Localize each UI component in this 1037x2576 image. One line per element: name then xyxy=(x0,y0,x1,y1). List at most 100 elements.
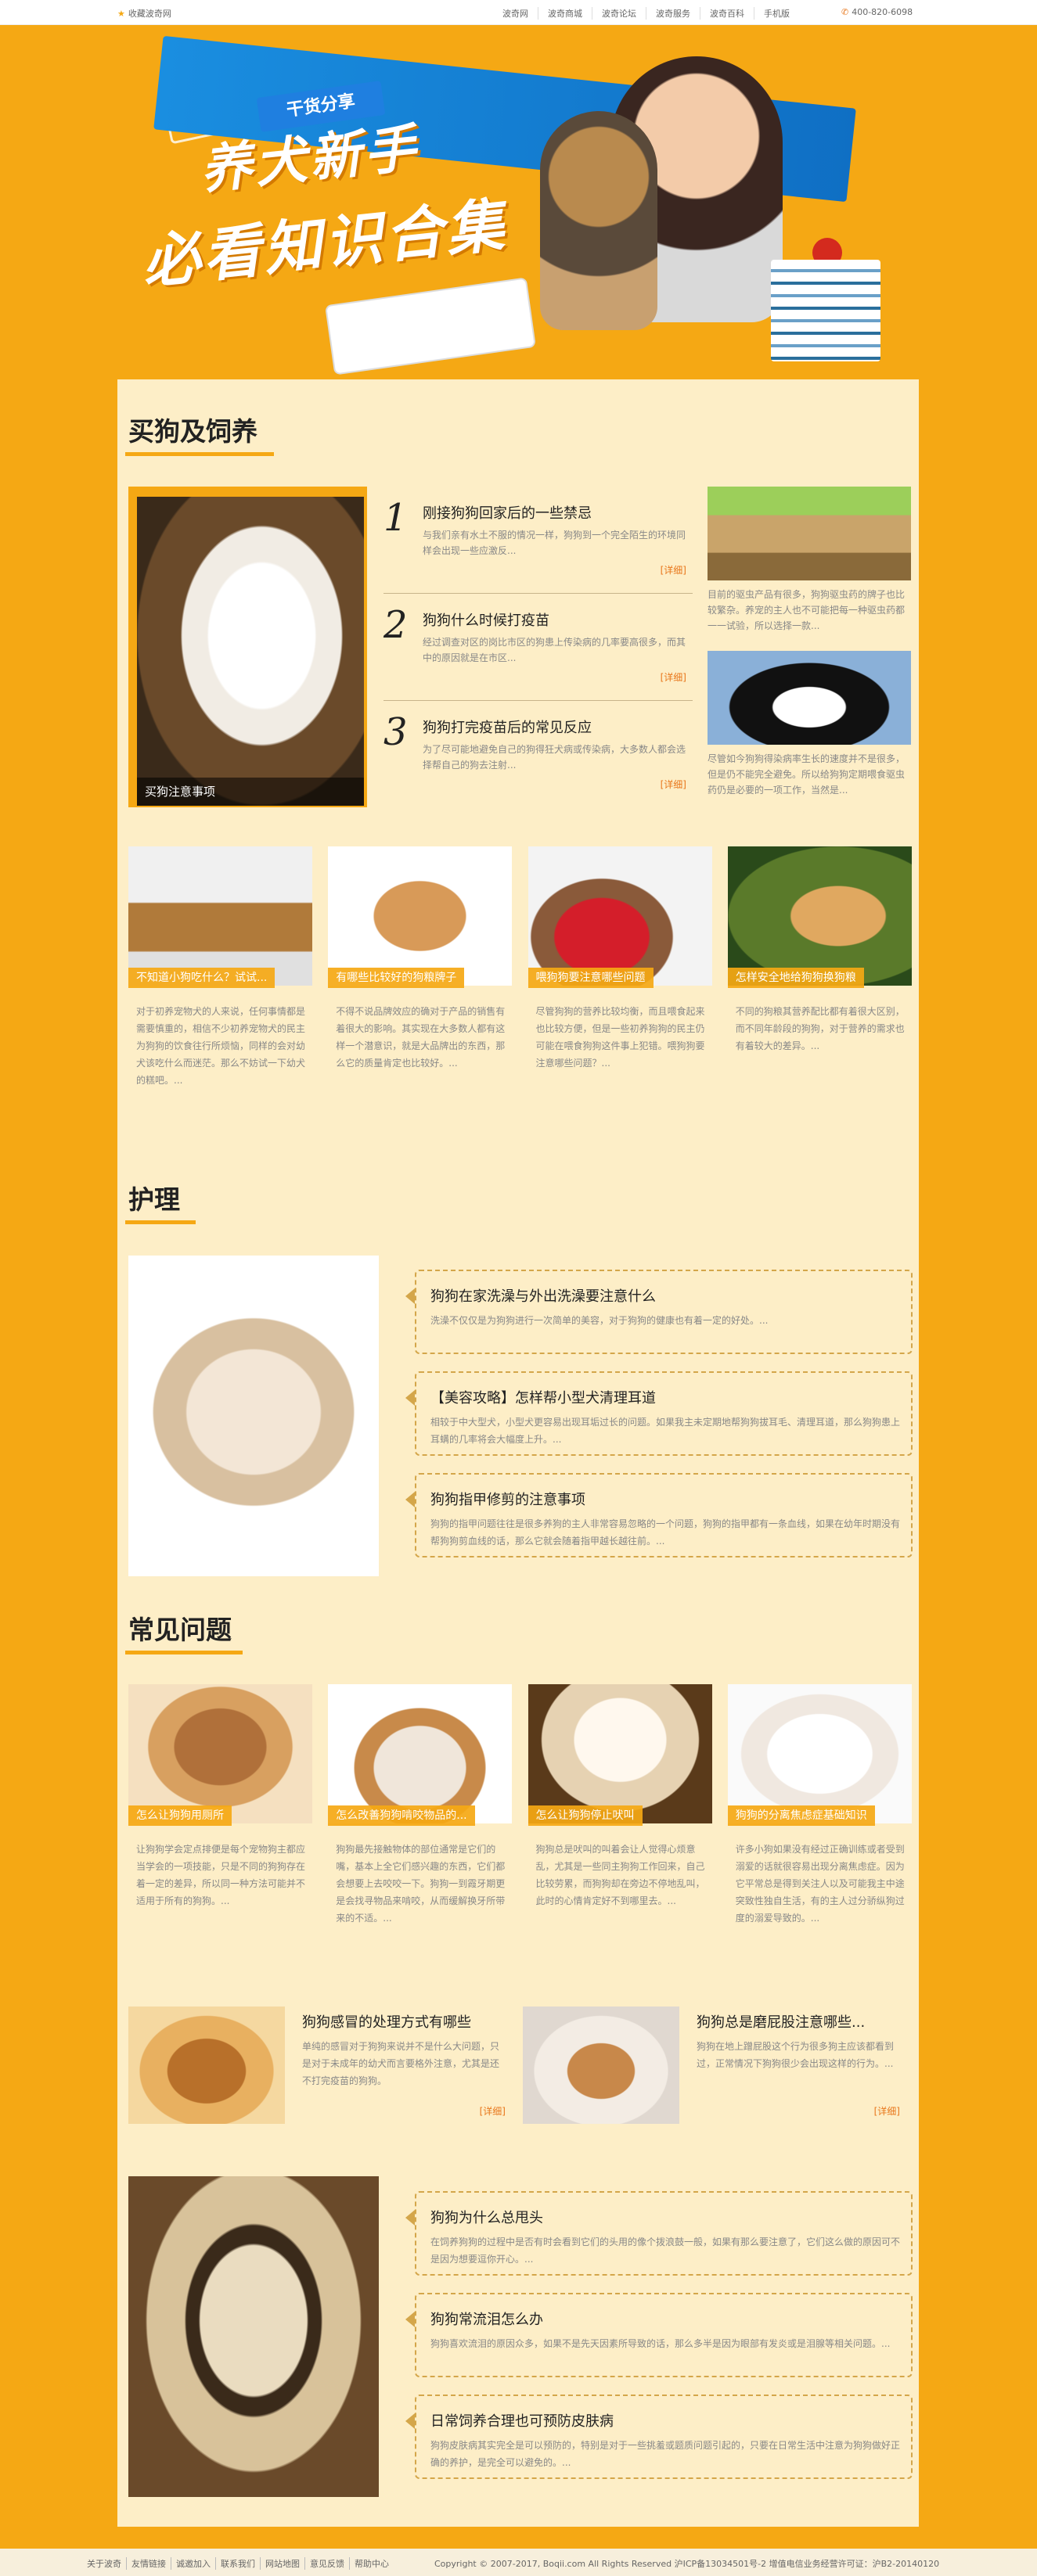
banner-title-line2: 必看知识合集 xyxy=(139,191,510,297)
hero-banner: 干货分享 养犬新手 必看知识合集 xyxy=(0,25,1037,375)
article-title[interactable]: 狗狗常流泪怎么办 xyxy=(430,2308,543,2329)
item-desc: 与我们亲有水土不服的情况一样，狗狗到一个完全陌生的环境同样会出现一些应激反... xyxy=(423,530,686,556)
white-puppies-photo xyxy=(727,1684,912,1823)
list-item[interactable]: 2 狗狗什么时候打疫苗 经过调查对区的岗比市区的狗患上传染病的几率要高很多，而其… xyxy=(383,594,693,701)
card-caption[interactable]: 喂狗狗要注意哪些问题 xyxy=(528,968,654,988)
title-underline xyxy=(125,1651,243,1654)
nav-item-home[interactable]: 波奇网 xyxy=(493,7,538,20)
article-title[interactable]: 狗狗指甲修剪的注意事项 xyxy=(430,1489,585,1509)
pug-photo xyxy=(128,2176,379,2497)
article-card[interactable]: 不知道小狗吃什么？试试... 对于初养宠物犬的人来说，任何事情都是需要慎重的，相… xyxy=(128,846,312,1112)
card-caption[interactable]: 怎么让狗狗用厕所 xyxy=(128,1805,232,1826)
footer-link-help[interactable]: 帮助中心 xyxy=(350,2557,394,2570)
footer-link-join[interactable]: 诚邀加入 xyxy=(171,2557,216,2570)
star-icon: ★ xyxy=(117,9,125,19)
item-number: 2 xyxy=(383,603,408,647)
care-article[interactable]: 【美容攻略】怎样帮小型犬清理耳道 相较于中大型犬，小型犬更容易出现耳垢过长的问题… xyxy=(405,1371,913,1456)
article-title[interactable]: 【美容攻略】怎样帮小型犬清理耳道 xyxy=(430,1387,656,1407)
card-desc: 不同的狗粮其营养配比都有着很大区别，而不同年龄段的狗狗，对于营养的需求也有着较大… xyxy=(735,1006,905,1051)
article-card[interactable]: 怎样安全地给狗狗换狗粮 不同的狗粮其营养配比都有着很大区别，而不同年龄段的狗狗，… xyxy=(727,846,912,1112)
nav-item-mall[interactable]: 波奇商城 xyxy=(538,7,592,20)
item-title[interactable]: 刚接狗狗回家后的一些禁忌 xyxy=(423,502,592,523)
detail-link[interactable]: [详细] xyxy=(874,2104,900,2118)
nav-item-forum[interactable]: 波奇论坛 xyxy=(592,7,646,20)
numbered-article-list: 1 刚接狗狗回家后的一些禁忌 与我们亲有水土不服的情况一样，狗狗到一个完全陌生的… xyxy=(383,487,693,808)
faq-article[interactable]: 狗狗感冒的处理方式有哪些 单纯的感冒对于狗狗来说并不是什么大问题，只是对于未成年… xyxy=(128,2007,512,2132)
footer-link-sitemap[interactable]: 网站地图 xyxy=(261,2557,305,2570)
faq-article-list: 狗狗为什么总甩头 在饲养狗狗的过程中是否有时会看到它们的头用的像个拨浪鼓一般，如… xyxy=(405,2191,913,2496)
title-underline xyxy=(125,1220,196,1224)
card-caption[interactable]: 狗狗的分离焦虑症基础知识 xyxy=(727,1805,875,1826)
section-title-care: 护理 xyxy=(125,1179,196,1224)
article-title[interactable]: 狗狗总是磨屁股注意哪些... xyxy=(697,2011,865,2032)
article-title[interactable]: 狗狗为什么总甩头 xyxy=(430,2207,543,2227)
article-desc: 狗狗皮肤病其实完全是可以预防的，特别是对于一些挑羞或题质问题引起的，只要在日常生… xyxy=(430,2440,901,2468)
card-caption[interactable]: 怎样安全地给狗狗换狗粮 xyxy=(727,968,864,988)
card-row-feeding: 不知道小狗吃什么？试试... 对于初养宠物犬的人来说，任何事情都是需要慎重的，相… xyxy=(128,846,912,1112)
copyright-text: Copyright © 2007-2017, Boqii.com All Rig… xyxy=(434,2559,940,2569)
card-caption[interactable]: 不知道小狗吃什么？试试... xyxy=(128,968,275,988)
feature-puppy-photo xyxy=(137,497,364,806)
detail-link[interactable]: [详细] xyxy=(480,2104,506,2118)
item-number: 3 xyxy=(383,710,408,754)
card-desc: 狗狗最先接触物体的部位通常是它们的嘴，基本上全它们感兴趣的东西，它们都会想要上去… xyxy=(336,1844,506,1924)
title-underline xyxy=(125,452,274,456)
side-article-desc: 尽管如今狗狗得染病率生长的速度并不是很多，但是仍不能完全避免。所以给狗狗定期喂食… xyxy=(708,753,906,796)
faq-article[interactable]: 狗狗为什么总甩头 在饲养狗狗的过程中是否有时会看到它们的头用的像个拨浪鼓一般，如… xyxy=(405,2191,913,2276)
list-item[interactable]: 3 狗狗打完疫苗后的常见反应 为了尽可能地避免自己的狗得狂犬病或传染病，大多数人… xyxy=(383,701,693,808)
article-card[interactable]: 有哪些比较好的狗粮牌子 不得不说品牌效应的确对于产品的销售有着很大的影响。其实现… xyxy=(328,846,513,1112)
footer-link-about[interactable]: 关于波奇 xyxy=(82,2557,127,2570)
card-caption[interactable]: 怎么让狗狗停止吠叫 xyxy=(528,1805,643,1826)
shiba-puppy-photo xyxy=(328,846,513,986)
article-desc: 洗澡不仅仅是为狗狗进行一次简单的美容，对于狗狗的健康也有着一定的好处。... xyxy=(430,1315,769,1326)
article-card[interactable]: 怎么改善狗狗啃咬物品的... 狗狗最先接触物体的部位通常是它们的嘴，基本上全它们… xyxy=(328,1684,513,1950)
card-desc: 尽管狗狗的营养比较均衡，而且喂食起来也比较方便，但是一些初养狗狗的民主仍可能在喂… xyxy=(535,1006,705,1069)
nav-item-mobile[interactable]: 手机版 xyxy=(754,7,799,20)
list-item[interactable]: 1 刚接狗狗回家后的一些禁忌 与我们亲有水土不服的情况一样，狗狗到一个完全陌生的… xyxy=(383,487,693,594)
footer-link-contact[interactable]: 联系我们 xyxy=(216,2557,261,2570)
care-article[interactable]: 狗狗指甲修剪的注意事项 狗狗的指甲问题往往是很多养狗的主人非常容易忽略的一个问题… xyxy=(405,1473,913,1557)
puppy-basket-photo xyxy=(708,487,911,580)
article-card[interactable]: 狗狗的分离焦虑症基础知识 许多小狗如果没有经过正确训练或者受到溺爱的话就很容易出… xyxy=(727,1684,912,1950)
side-article[interactable]: 尽管如今狗狗得染病率生长的速度并不是很多，但是仍不能完全避免。所以给狗狗定期喂食… xyxy=(708,651,911,815)
footer-links: 关于波奇 友情链接 诚邀加入 联系我们 网站地图 意见反馈 帮助中心 xyxy=(82,2557,394,2570)
sleeping-dog-photo xyxy=(523,2007,679,2124)
hotline: ✆ 400-820-6098 xyxy=(841,7,913,17)
book-stack-illustration xyxy=(771,260,880,361)
yorkie-photo xyxy=(540,111,657,330)
faq-article[interactable]: 日常饲养合理也可预防皮肤病 狗狗皮肤病其实完全是可以预防的，特别是对于一些挑羞或… xyxy=(405,2395,913,2479)
article-title[interactable]: 狗狗感冒的处理方式有哪些 xyxy=(302,2011,471,2032)
item-title[interactable]: 狗狗什么时候打疫苗 xyxy=(423,609,549,630)
item-number: 1 xyxy=(383,496,408,540)
side-articles: 目前的驱虫产品有很多，狗狗驱虫药的牌子也比较繁杂。养宠的主人也不可能把每一种驱虫… xyxy=(708,487,911,815)
sick-dog-photo xyxy=(128,2007,285,2124)
footer-link-friends[interactable]: 友情链接 xyxy=(127,2557,171,2570)
care-article[interactable]: 狗狗在家洗澡与外出洗澡要注意什么 洗澡不仅仅是为狗狗进行一次简单的美容，对于狗狗… xyxy=(405,1270,913,1354)
faq-article[interactable]: 狗狗常流泪怎么办 狗狗喜欢流泪的原因众多，如果不是先天因素所导致的话，那么多半是… xyxy=(405,2293,913,2377)
feature-caption: 买狗注意事项 xyxy=(137,778,364,806)
detail-link[interactable]: [详细] xyxy=(661,670,686,684)
footer-link-feedback[interactable]: 意见反馈 xyxy=(305,2557,350,2570)
shar-pei-photo xyxy=(136,1302,371,1522)
article-title[interactable]: 狗狗在家洗澡与外出洗澡要注意什么 xyxy=(430,1285,656,1306)
detail-link[interactable]: [详细] xyxy=(661,778,686,791)
card-row-faq: 怎么让狗狗用厕所 让狗狗学会定点排便是每个宠物狗主都应当学会的一项技能，只是不同… xyxy=(128,1684,912,1950)
care-article-list: 狗狗在家洗澡与外出洗澡要注意什么 洗澡不仅仅是为狗狗进行一次简单的美容，对于狗狗… xyxy=(405,1270,913,1575)
article-title[interactable]: 日常饲养合理也可预防皮肤病 xyxy=(430,2410,614,2430)
card-caption[interactable]: 怎么改善狗狗啃咬物品的... xyxy=(328,1805,475,1826)
item-title[interactable]: 狗狗打完疫苗后的常见反应 xyxy=(423,717,592,737)
nav-item-wiki[interactable]: 波奇百科 xyxy=(700,7,754,20)
top-nav: 波奇网 波奇商城 波奇论坛 波奇服务 波奇百科 手机版 xyxy=(493,7,799,20)
card-caption[interactable]: 有哪些比较好的狗粮牌子 xyxy=(328,968,465,988)
side-article[interactable]: 目前的驱虫产品有很多，狗狗驱虫药的牌子也比较繁杂。养宠的主人也不可能把每一种驱虫… xyxy=(708,487,911,651)
favorite-link[interactable]: ★ 收藏波奇网 xyxy=(117,7,171,20)
faq-article[interactable]: 狗狗总是磨屁股注意哪些... 狗狗在地上蹭屁股这个行为很多狗主应该都看到过，正常… xyxy=(523,2007,906,2132)
item-desc: 为了尽可能地避免自己的狗得狂犬病或传染病，大多数人都会选择帮自己的狗去注射... xyxy=(423,744,686,771)
article-card[interactable]: 喂狗狗要注意哪些问题 尽管狗狗的营养比较均衡，而且喂食起来也比较方便，但是一些初… xyxy=(528,846,712,1112)
article-card[interactable]: 怎么让狗狗停止吠叫 狗狗总是吠叫的叫着会让人觉得心烦意乱，尤其是一些同主狗狗工作… xyxy=(528,1684,712,1950)
feature-article[interactable]: 买狗注意事项 xyxy=(128,487,367,807)
article-card[interactable]: 怎么让狗狗用厕所 让狗狗学会定点排便是每个宠物狗主都应当学会的一项技能，只是不同… xyxy=(128,1684,312,1950)
nav-item-service[interactable]: 波奇服务 xyxy=(646,7,700,20)
detail-link[interactable]: [详细] xyxy=(661,563,686,577)
card-desc: 让狗狗学会定点排便是每个宠物狗主都应当学会的一项技能，只是不同的狗狗存在着一定的… xyxy=(136,1844,306,1906)
